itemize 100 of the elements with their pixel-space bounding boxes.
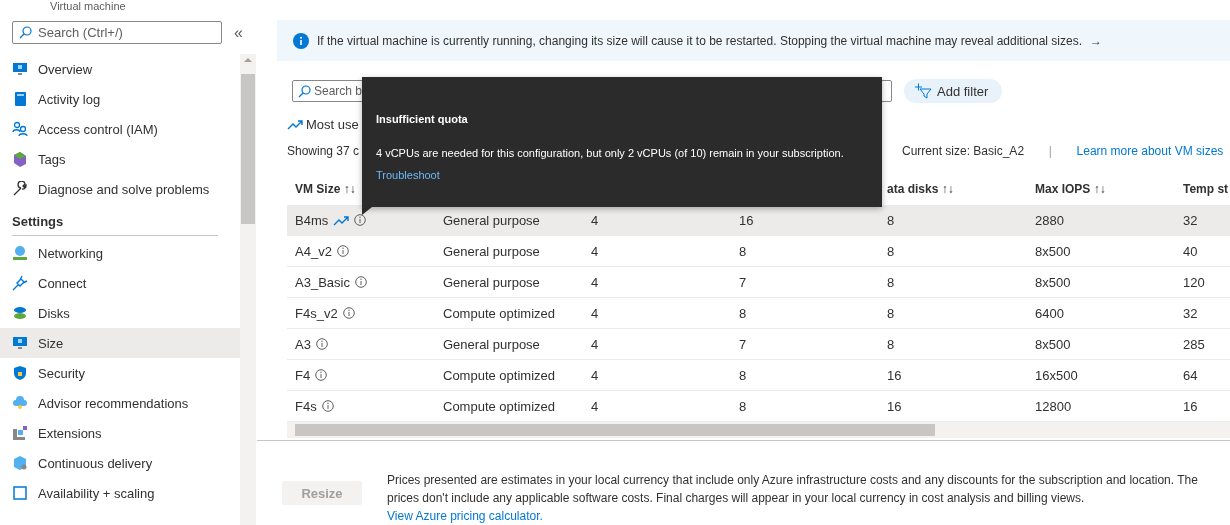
sidebar-item[interactable]: Size: [0, 328, 240, 358]
squares-icon: [12, 425, 28, 441]
table-cell-text: 8: [738, 305, 748, 321]
learn-more-link[interactable]: Learn more about VM sizes: [1076, 144, 1224, 158]
info-message: If the virtual machine is currently running, changing its size will cause it to be restarted. Stopping the virtual machine may reveal additional sizes.: [317, 33, 1083, 48]
table-row[interactable]: F4s_v2 Compute optimized 4 8 8 6400 32: [287, 298, 1230, 329]
sidebar-item[interactable]: Connect: [0, 268, 240, 298]
trending-up-icon: [333, 214, 350, 226]
disk-stack-icon: [12, 305, 28, 321]
sidebar-item[interactable]: Activity log: [0, 84, 240, 114]
globe-icon: [12, 245, 28, 261]
table-cell-text: 8: [886, 336, 896, 352]
filter-plus-icon: [914, 83, 932, 99]
table-row[interactable]: A4_v2 General purpose 4 8 8 8x500 40: [287, 236, 1230, 267]
table-cell-text: 8: [738, 243, 748, 259]
table-cell: F4: [295, 367, 311, 383]
info-icon: [354, 276, 367, 288]
table-cell: A3: [295, 336, 311, 352]
table-cell-text: 4: [590, 367, 600, 383]
info-icon: [315, 369, 328, 381]
table-cell-text: 40: [1182, 243, 1199, 259]
table-cell-text: 16: [886, 367, 903, 383]
info-icon: [293, 32, 309, 49]
search-field[interactable]: Search (Ctrl+/): [12, 21, 222, 44]
table-cell-text: 7: [738, 274, 748, 290]
table-row[interactable]: B4ms General purpose 4 16 8 2880 32: [287, 205, 1230, 236]
table-cell-text: Compute optimized: [442, 398, 556, 414]
trending-up-icon: [287, 118, 303, 130]
tooltip-message: 4 vCPUs are needed for this configuration, but only 2 vCPUs (of 10) remain in your subscription.: [376, 147, 845, 159]
table-cell: A4_v2: [295, 243, 332, 259]
column-header[interactable]: Max IOPS ↑↓: [1027, 182, 1175, 196]
section-heading: Settings: [12, 204, 218, 236]
sidebar-item[interactable]: Access control (IAM): [0, 114, 240, 144]
table-cell: A3_Basic: [295, 274, 350, 290]
most-used-label: Most use: [306, 116, 359, 132]
table-cell-text: 8: [738, 367, 748, 383]
table-cell: F4s: [295, 398, 317, 414]
table-cell-text: General purpose: [442, 212, 541, 228]
sidebar-item[interactable]: Continuous delivery: [0, 448, 240, 478]
pricing-calculator-link[interactable]: View Azure pricing calculator.: [387, 509, 543, 523]
sidebar-item[interactable]: Availability + scaling: [0, 478, 240, 508]
table-cell-text: 32: [1182, 305, 1199, 321]
box-icon: [12, 455, 28, 471]
current-size-label: Current size: Basic_A2: [902, 144, 1025, 158]
table-cell-text: 8x500: [1034, 274, 1072, 290]
sidebar-item[interactable]: Disks: [0, 298, 240, 328]
table-cell-text: 8: [886, 305, 896, 321]
result-count: Showing 37 c: [287, 144, 360, 158]
table-cell-text: 6400: [1034, 305, 1065, 321]
table-cell-text: 64: [1182, 367, 1199, 383]
table-cell-text: General purpose: [442, 243, 541, 259]
table-cell: F4s_v2: [295, 305, 338, 321]
table-cell-text: 4: [590, 243, 600, 259]
table-cell-text: 12800: [1034, 398, 1073, 414]
resource-type-label: Virtual machine: [49, 0, 127, 13]
sidebar-item[interactable]: Networking: [0, 238, 240, 268]
sidebar-item[interactable]: Advisor recommendations: [0, 388, 240, 418]
sidebar-item[interactable]: Tags: [0, 144, 240, 174]
arrow-link[interactable]: →: [1090, 33, 1103, 48]
table-cell-text: 4: [590, 212, 600, 228]
table-cell-text: 8: [738, 398, 748, 414]
add-filter-button[interactable]: Add filter: [904, 79, 1003, 103]
table-cell-text: 16: [886, 398, 903, 414]
collapse-button[interactable]: «: [234, 23, 243, 42]
table-cell-text: 8x500: [1034, 243, 1072, 259]
column-header[interactable]: ata disks ↑↓: [879, 182, 1027, 196]
table-cell-text: 16: [1182, 398, 1199, 414]
info-icon: [321, 400, 334, 412]
table-row[interactable]: A3 General purpose 4 7 8 8x500 285: [287, 329, 1230, 360]
table-cell-text: 4: [590, 305, 600, 321]
troubleshoot-link[interactable]: Troubleshoot: [376, 169, 440, 181]
column-header[interactable]: Temp st: [1175, 182, 1230, 196]
pricing-note: Prices presented are estimates in your local currency that include only Azure infrastructure costs and any discounts for the subscription and location. The prices don't include any applicable software costs. Final charges will appear in your local currency in cost analysis and billing views. View Azure pricing calculator.: [387, 472, 1199, 525]
table-cell-text: Compute optimized: [442, 305, 556, 321]
table-row[interactable]: A3_Basic General purpose 4 7 8 8x500 120: [287, 267, 1230, 298]
monitor-icon: [12, 335, 28, 351]
info-icon: [342, 307, 355, 319]
table-cell-text: 8: [886, 243, 896, 259]
sidebar-item[interactable]: Extensions: [0, 418, 240, 448]
sidebar-item[interactable]: Diagnose and solve problems: [0, 174, 240, 204]
table-cell-text: 16: [738, 212, 755, 228]
search-icon: [19, 26, 32, 39]
separator: |: [1048, 144, 1052, 158]
sidebar-item[interactable]: Security: [0, 358, 240, 388]
table-cell-text: Compute optimized: [442, 367, 556, 383]
table-row[interactable]: F4 Compute optimized 4 8 16 16x500 64: [287, 360, 1230, 391]
tooltip-title: Insufficient quota: [376, 113, 469, 125]
vertical-scrollbar[interactable]: [240, 54, 256, 525]
table-cell-text: General purpose: [442, 336, 541, 352]
search-icon: [298, 85, 311, 98]
people-icon: [12, 121, 28, 137]
table-cell-text: 4: [590, 398, 600, 414]
table-cell-text: 8: [886, 274, 896, 290]
sidebar-item[interactable]: Overview: [0, 54, 240, 84]
horizontal-scrollbar[interactable]: [287, 422, 1230, 438]
table-cell-text: 120: [1182, 274, 1206, 290]
table-cell-text: 7: [738, 336, 748, 352]
table-cell-text: General purpose: [442, 274, 541, 290]
book-icon: [12, 91, 28, 107]
monitor-icon: [12, 61, 28, 77]
